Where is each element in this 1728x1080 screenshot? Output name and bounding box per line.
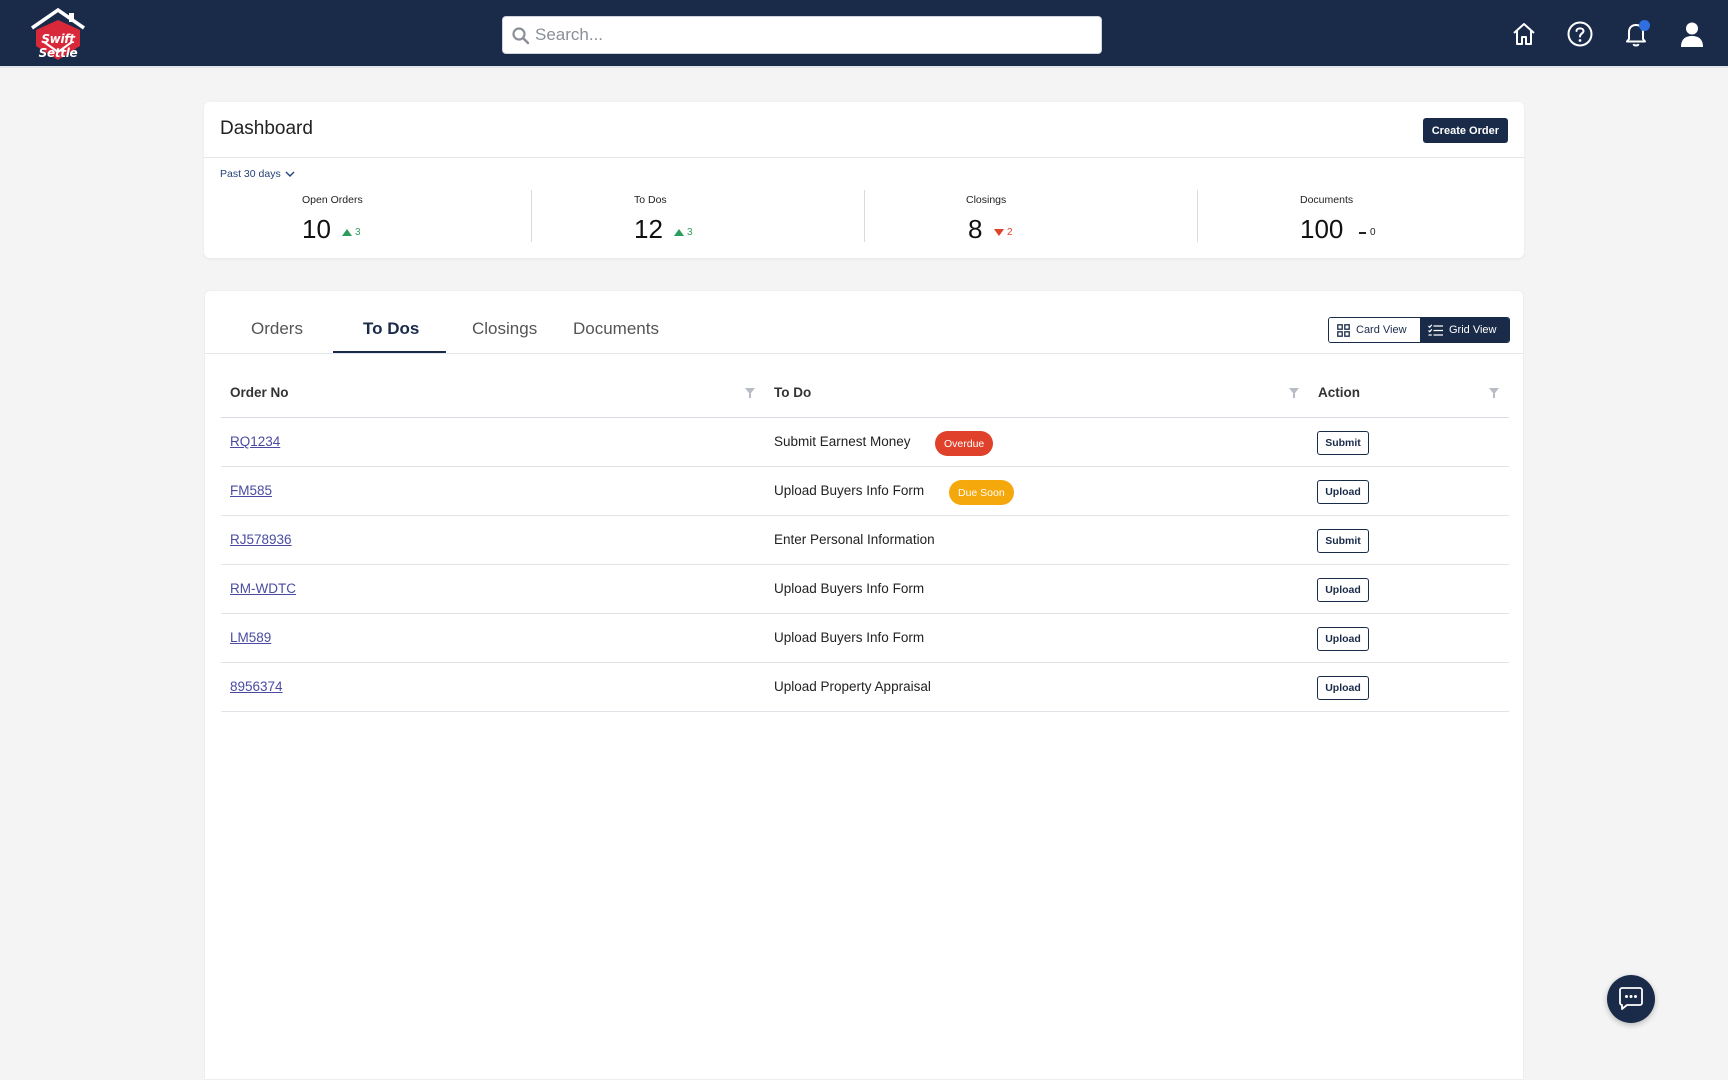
divider bbox=[864, 190, 865, 242]
stat-closings: Closings 8 2 bbox=[864, 190, 1197, 244]
dashboard-summary-card: Dashboard Create Order Past 30 days Open… bbox=[204, 102, 1524, 258]
search-input[interactable] bbox=[535, 17, 1095, 53]
stat-to-dos: To Dos 12 3 bbox=[531, 190, 864, 244]
submit-button[interactable]: Submit bbox=[1317, 431, 1369, 455]
swift-settle-logo[interactable]: Swift Settle bbox=[22, 7, 94, 62]
card-view-label: Card View bbox=[1356, 324, 1407, 336]
divider bbox=[531, 190, 532, 242]
home-icon[interactable] bbox=[1508, 18, 1540, 50]
period-dropdown[interactable]: Past 30 days bbox=[220, 168, 295, 180]
filter-icon[interactable] bbox=[745, 388, 755, 398]
todo-text: Upload Buyers Info Form bbox=[774, 630, 925, 645]
table-row: RQ1234 Submit Earnest Money Overdue Subm… bbox=[221, 418, 1509, 467]
divider bbox=[204, 157, 1524, 158]
chat-button[interactable] bbox=[1607, 975, 1655, 1023]
stat-delta-value: 3 bbox=[355, 227, 361, 238]
table-row: 8956374 Upload Property Appraisal Upload bbox=[221, 663, 1509, 712]
table-row: LM589 Upload Buyers Info Form Upload bbox=[221, 614, 1509, 663]
stat-value: 100 bbox=[1300, 214, 1344, 244]
trend-flat-icon bbox=[1359, 231, 1366, 234]
column-header-order-no: Order No bbox=[230, 385, 289, 400]
todos-panel: Orders To Dos Closings Documents Card Vi… bbox=[204, 290, 1524, 1080]
stat-delta-value: 0 bbox=[1370, 227, 1376, 238]
stat-label: To Dos bbox=[634, 194, 667, 206]
trend-down-icon bbox=[994, 229, 1004, 236]
order-number-link[interactable]: FM585 bbox=[230, 483, 272, 498]
bell-icon[interactable] bbox=[1620, 18, 1652, 50]
todo-text: Upload Buyers Info Form bbox=[774, 581, 925, 596]
card-view-button[interactable]: Card View bbox=[1329, 318, 1420, 342]
status-badge: Due Soon bbox=[949, 480, 1014, 505]
submit-button[interactable]: Submit bbox=[1317, 529, 1369, 553]
order-number-link[interactable]: RM-WDTC bbox=[230, 581, 296, 596]
todo-text: Enter Personal Information bbox=[774, 532, 935, 547]
grid-view-button[interactable]: Grid View bbox=[1420, 318, 1509, 342]
stat-value: 10 bbox=[302, 214, 331, 244]
chat-icon bbox=[1619, 987, 1643, 1010]
search-icon bbox=[512, 27, 530, 45]
chevron-down-icon bbox=[285, 171, 295, 177]
page-title: Dashboard bbox=[220, 118, 313, 139]
table-row: RM-WDTC Upload Buyers Info Form Upload bbox=[221, 565, 1509, 614]
view-toggle: Card View Grid View bbox=[1328, 317, 1510, 343]
stat-documents: Documents 100 0 bbox=[1197, 190, 1530, 244]
stat-label: Documents bbox=[1300, 194, 1354, 206]
order-number-link[interactable]: LM589 bbox=[230, 630, 271, 645]
stat-delta: 2 bbox=[994, 227, 1013, 238]
card-grid-icon bbox=[1337, 323, 1350, 337]
divider bbox=[205, 353, 1523, 354]
column-header-to-do: To Do bbox=[774, 385, 812, 400]
tab-closings[interactable]: Closings bbox=[472, 319, 537, 339]
upload-button[interactable]: Upload bbox=[1317, 627, 1369, 651]
list-check-icon bbox=[1428, 323, 1443, 336]
top-navigation-bar: Swift Settle bbox=[0, 0, 1728, 68]
tab-to-dos[interactable]: To Dos bbox=[363, 319, 419, 339]
grid-view-label: Grid View bbox=[1449, 324, 1497, 336]
upload-button[interactable]: Upload bbox=[1317, 676, 1369, 700]
stat-label: Open Orders bbox=[302, 194, 363, 206]
trend-up-icon bbox=[342, 229, 352, 236]
search-box[interactable] bbox=[502, 16, 1102, 54]
create-order-button[interactable]: Create Order bbox=[1422, 118, 1508, 143]
todo-text: Submit Earnest Money bbox=[774, 434, 911, 449]
column-header-action: Action bbox=[1318, 385, 1360, 400]
stat-delta: 0 bbox=[1359, 227, 1376, 238]
period-label: Past 30 days bbox=[220, 168, 281, 180]
notification-dot bbox=[1639, 20, 1650, 31]
table-row: FM585 Upload Buyers Info Form Due Soon U… bbox=[221, 467, 1509, 516]
stat-delta-value: 3 bbox=[687, 227, 693, 238]
upload-button[interactable]: Upload bbox=[1317, 578, 1369, 602]
trend-up-icon bbox=[674, 229, 684, 236]
table-row: RJ578936 Enter Personal Information Subm… bbox=[221, 516, 1509, 565]
stat-delta: 3 bbox=[674, 227, 693, 238]
stat-delta: 3 bbox=[342, 227, 361, 238]
stat-value: 8 bbox=[968, 214, 983, 244]
help-icon[interactable] bbox=[1564, 18, 1596, 50]
status-badge: Overdue bbox=[935, 431, 994, 456]
stat-value: 12 bbox=[634, 214, 663, 244]
upload-button[interactable]: Upload bbox=[1317, 480, 1369, 504]
order-number-link[interactable]: RQ1234 bbox=[230, 434, 280, 449]
stat-label: Closings bbox=[966, 194, 1007, 206]
order-number-link[interactable]: RJ578936 bbox=[230, 532, 292, 547]
tab-documents[interactable]: Documents bbox=[573, 319, 659, 339]
order-number-link[interactable]: 8956374 bbox=[230, 679, 283, 694]
todo-text: Upload Property Appraisal bbox=[774, 679, 931, 694]
stat-delta-value: 2 bbox=[1007, 227, 1013, 238]
stat-open-orders: Open Orders 10 3 bbox=[204, 190, 537, 244]
logo-text: Swift Settle bbox=[38, 32, 78, 60]
user-icon[interactable] bbox=[1676, 18, 1708, 50]
tab-orders[interactable]: Orders bbox=[251, 319, 303, 339]
divider bbox=[1197, 190, 1198, 242]
todo-text: Upload Buyers Info Form bbox=[774, 483, 925, 498]
filter-icon[interactable] bbox=[1489, 388, 1499, 398]
filter-icon[interactable] bbox=[1289, 388, 1299, 398]
